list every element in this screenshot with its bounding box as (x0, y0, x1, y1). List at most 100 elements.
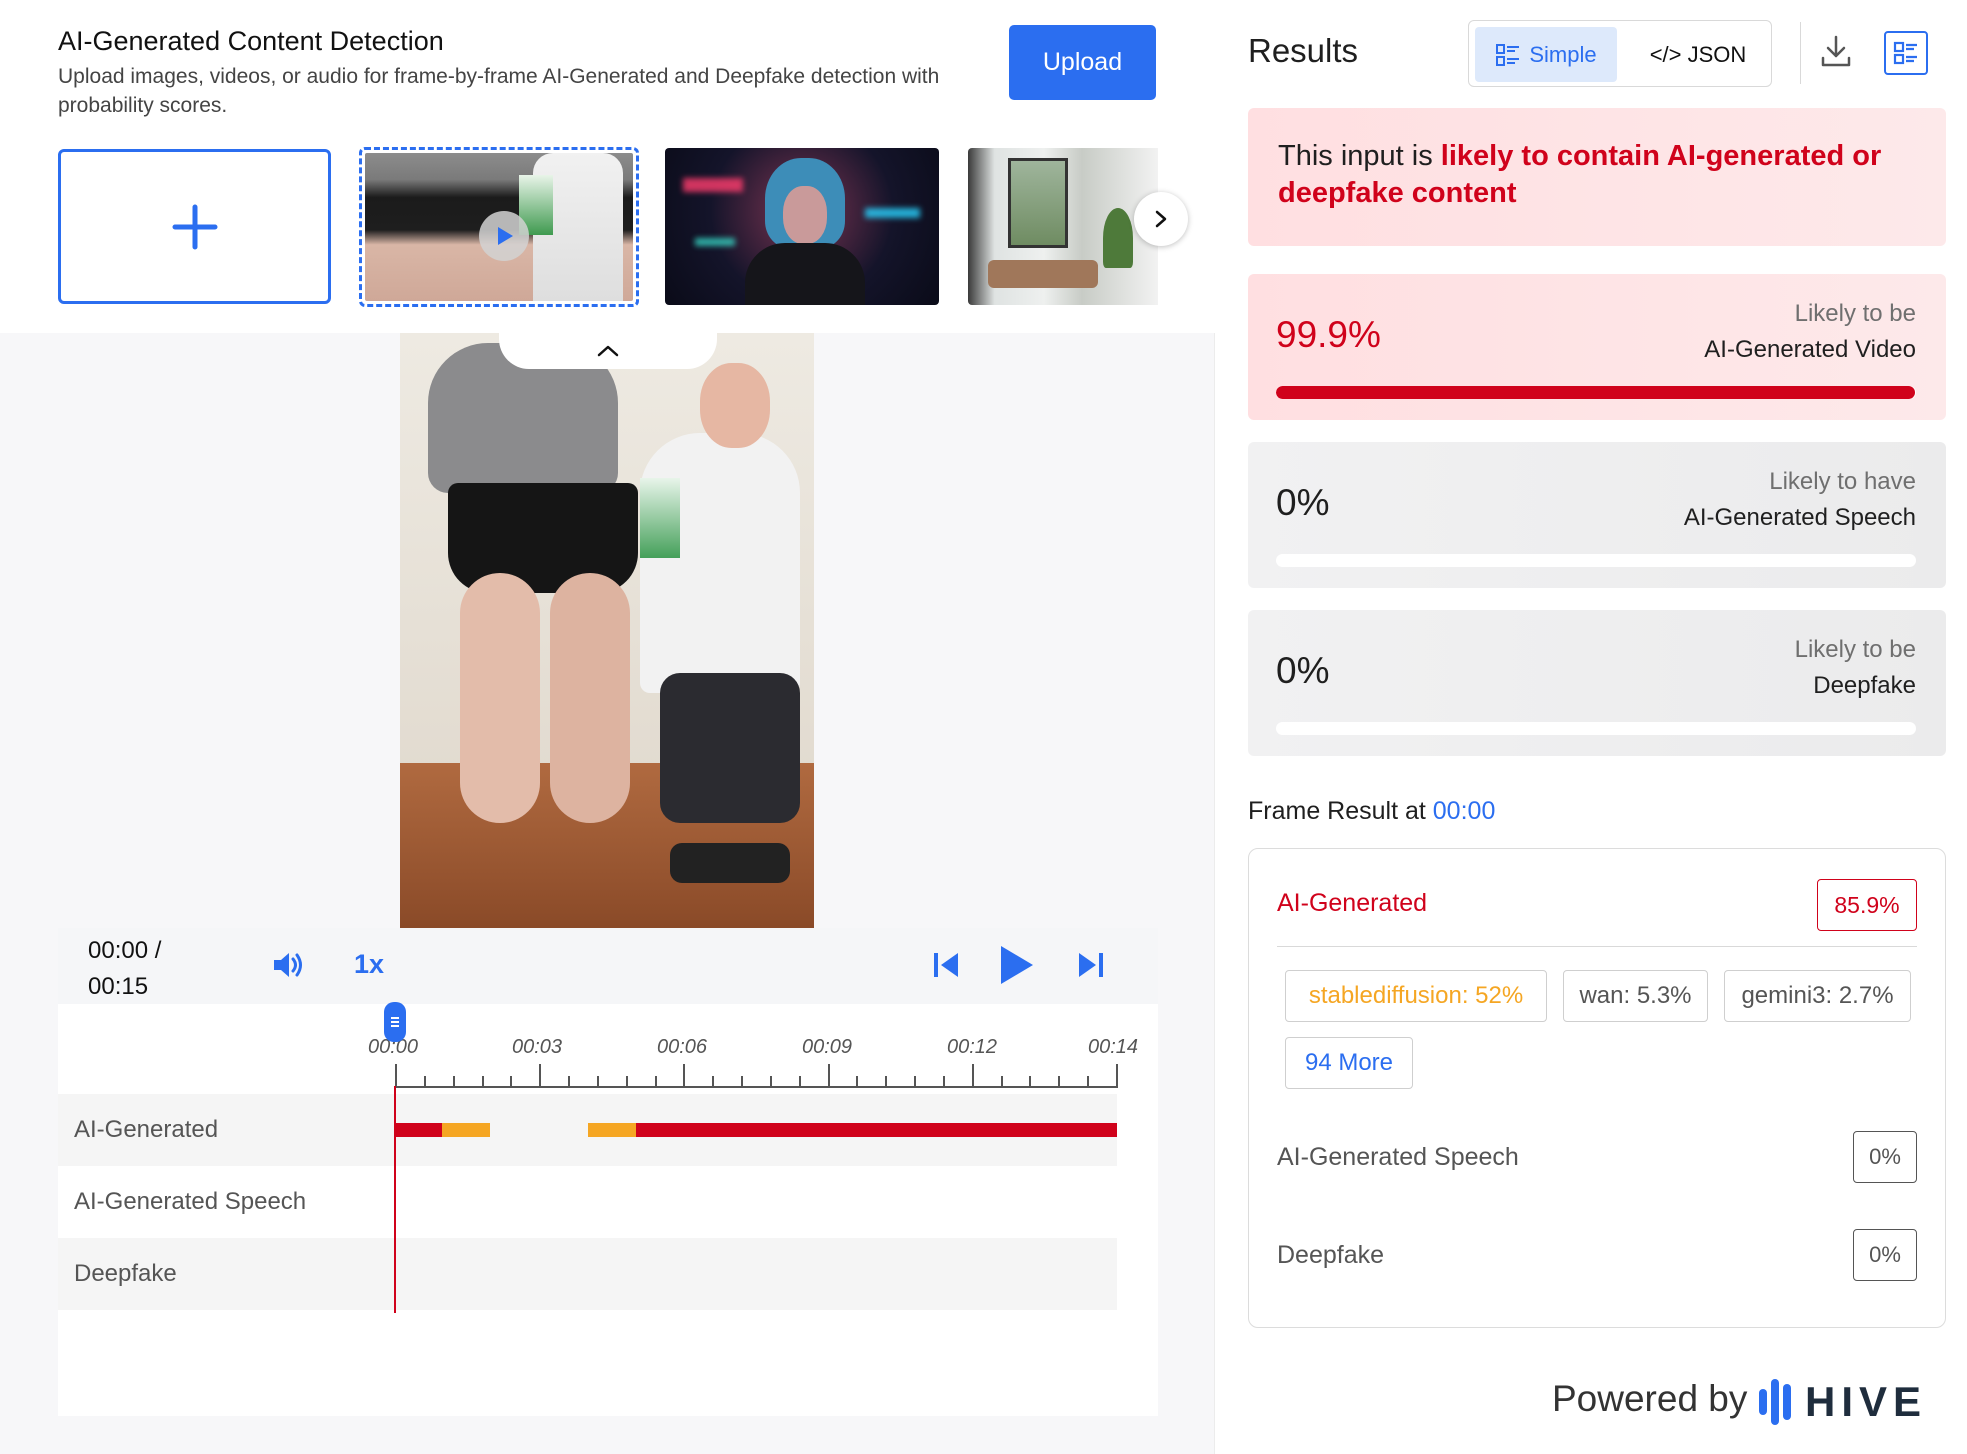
video-preview[interactable] (400, 333, 814, 928)
ruler-tick (885, 1076, 887, 1088)
score-bar (1276, 722, 1916, 735)
ruler-tick (683, 1064, 685, 1088)
track-ai-speech: AI-Generated Speech (58, 1166, 1117, 1238)
ruler-tick (655, 1076, 657, 1088)
model-chip[interactable]: wan: 5.3% (1563, 970, 1708, 1022)
score-label-bottom: AI-Generated Speech (1683, 504, 1916, 531)
simple-view-label: Simple (1529, 41, 1597, 67)
ruler-tick (770, 1076, 772, 1088)
toolbar-divider (1800, 22, 1801, 84)
volume-button[interactable] (271, 949, 305, 986)
ruler-tick (453, 1076, 455, 1088)
ruler-tick (482, 1076, 484, 1088)
score-bar (1276, 386, 1916, 399)
track-label: Deepfake (74, 1260, 177, 1287)
plus-icon (172, 204, 217, 249)
frame-result-time: 00:00 (1432, 797, 1496, 825)
view-toggle: Simple </> JSON (1468, 20, 1772, 87)
ruler-tick (597, 1076, 599, 1088)
layout-view-button[interactable] (1884, 31, 1928, 75)
score-bar (1276, 554, 1916, 567)
next-frame-button[interactable] (1077, 950, 1105, 985)
page-subtitle: Upload images, videos, or audio for fram… (58, 65, 940, 117)
collapse-thumbnails-button[interactable] (499, 333, 717, 369)
ruler-label: 00:09 (802, 1036, 853, 1058)
ruler-tick (626, 1076, 628, 1088)
hive-logo-icon (1759, 1379, 1795, 1425)
page-title: AI-Generated Content Detection (58, 26, 444, 56)
video-thumbnail-image (365, 153, 633, 301)
json-view-tab[interactable]: </> JSON (1629, 27, 1767, 82)
ruler-tick (712, 1076, 714, 1088)
player-controls: 00:00 / 00:15 1x (58, 928, 1158, 1004)
score-percent: 0% (1276, 482, 1330, 523)
image-thumbnail-interior[interactable] (968, 148, 1158, 305)
score-percent: 99.9% (1276, 314, 1381, 355)
video-thumbnail-selected[interactable] (359, 147, 639, 307)
ruler-tick (424, 1076, 426, 1088)
frame-ai-label: AI-Generated (1277, 889, 1428, 917)
skip-forward-icon (1079, 953, 1103, 977)
verdict-prefix: This input is (1278, 140, 1441, 172)
chevron-right-icon (1155, 210, 1167, 228)
verdict-banner: This input is likely to contain AI-gener… (1248, 108, 1946, 246)
frame-deepfake-label: Deepfake (1277, 1241, 1385, 1269)
ruler-label: 00:06 (657, 1036, 708, 1058)
list-icon (1893, 41, 1917, 65)
play-icon (479, 211, 529, 261)
ruler-tick (741, 1076, 743, 1088)
brand-name: HIVE (1805, 1378, 1928, 1425)
image-thumbnail-cyberpunk[interactable] (665, 148, 939, 305)
ruler-tick (395, 1064, 397, 1088)
powered-by-label: Powered by (1552, 1378, 1748, 1419)
ruler-label: 00:14 (1088, 1036, 1139, 1058)
simple-view-tab[interactable]: Simple (1475, 27, 1617, 82)
ruler-tick (972, 1064, 974, 1088)
frame-speech-label: AI-Generated Speech (1277, 1143, 1519, 1171)
divider (1277, 946, 1917, 947)
more-models-button[interactable]: 94 More (1285, 1037, 1413, 1089)
timeline-ruler[interactable] (395, 1086, 1117, 1088)
ruler-label: 00:12 (947, 1036, 998, 1058)
score-label-top: Likely to have (1769, 468, 1916, 495)
ruler-tick (1087, 1076, 1089, 1088)
frame-result-card: AI-Generated 85.9% stablediffusion: 52% … (1248, 848, 1946, 1328)
speaker-icon (274, 953, 302, 977)
score-bar-fill (1276, 386, 1916, 399)
score-card-deepfake: 0% Likely to be Deepfake (1248, 610, 1946, 756)
ruler-tick (799, 1076, 801, 1088)
current-time: 00:00 / (88, 937, 162, 964)
model-chip[interactable]: stablediffusion: 52% (1285, 970, 1547, 1022)
play-button[interactable] (997, 943, 1035, 992)
timeline-scrubber[interactable] (384, 1002, 406, 1042)
score-label-bottom: Deepfake (1813, 672, 1916, 699)
carousel-next-button[interactable] (1134, 192, 1188, 246)
upload-button[interactable]: Upload (1009, 25, 1156, 100)
play-icon (1001, 946, 1033, 984)
chevron-up-icon (597, 345, 619, 357)
score-card-ai-speech: 0% Likely to have AI-Generated Speech (1248, 442, 1946, 588)
upload-header: AI-Generated Content Detection Upload im… (0, 0, 1215, 333)
frame-speech-percent: 0% (1853, 1131, 1917, 1183)
playback-speed-button[interactable]: 1x (354, 949, 384, 980)
score-label-bottom: AI-Generated Video (1704, 336, 1916, 363)
frame-result-heading: Frame Result at 00:00 (1248, 797, 1495, 826)
playhead (394, 1086, 396, 1313)
total-time: 00:15 (88, 973, 149, 1000)
score-label-top: Likely to be (1794, 636, 1916, 663)
add-media-thumbnail[interactable] (58, 149, 331, 304)
ruler-tick (1116, 1064, 1118, 1088)
download-button[interactable] (1820, 34, 1852, 73)
results-title: Results (1248, 32, 1359, 69)
timeline-segment-high (636, 1123, 1117, 1137)
track-label: AI-Generated Speech (74, 1188, 307, 1215)
frame-ai-percent: 85.9% (1817, 879, 1917, 931)
ruler-tick (539, 1064, 541, 1088)
previous-frame-button[interactable] (932, 950, 960, 985)
track-ai-generated: AI-Generated (58, 1094, 1117, 1166)
ruler-tick (828, 1064, 830, 1088)
download-icon (1821, 35, 1851, 67)
model-chip[interactable]: gemini3: 2.7% (1724, 970, 1911, 1022)
ruler-label: 00:03 (512, 1036, 563, 1058)
list-icon (1496, 43, 1520, 66)
